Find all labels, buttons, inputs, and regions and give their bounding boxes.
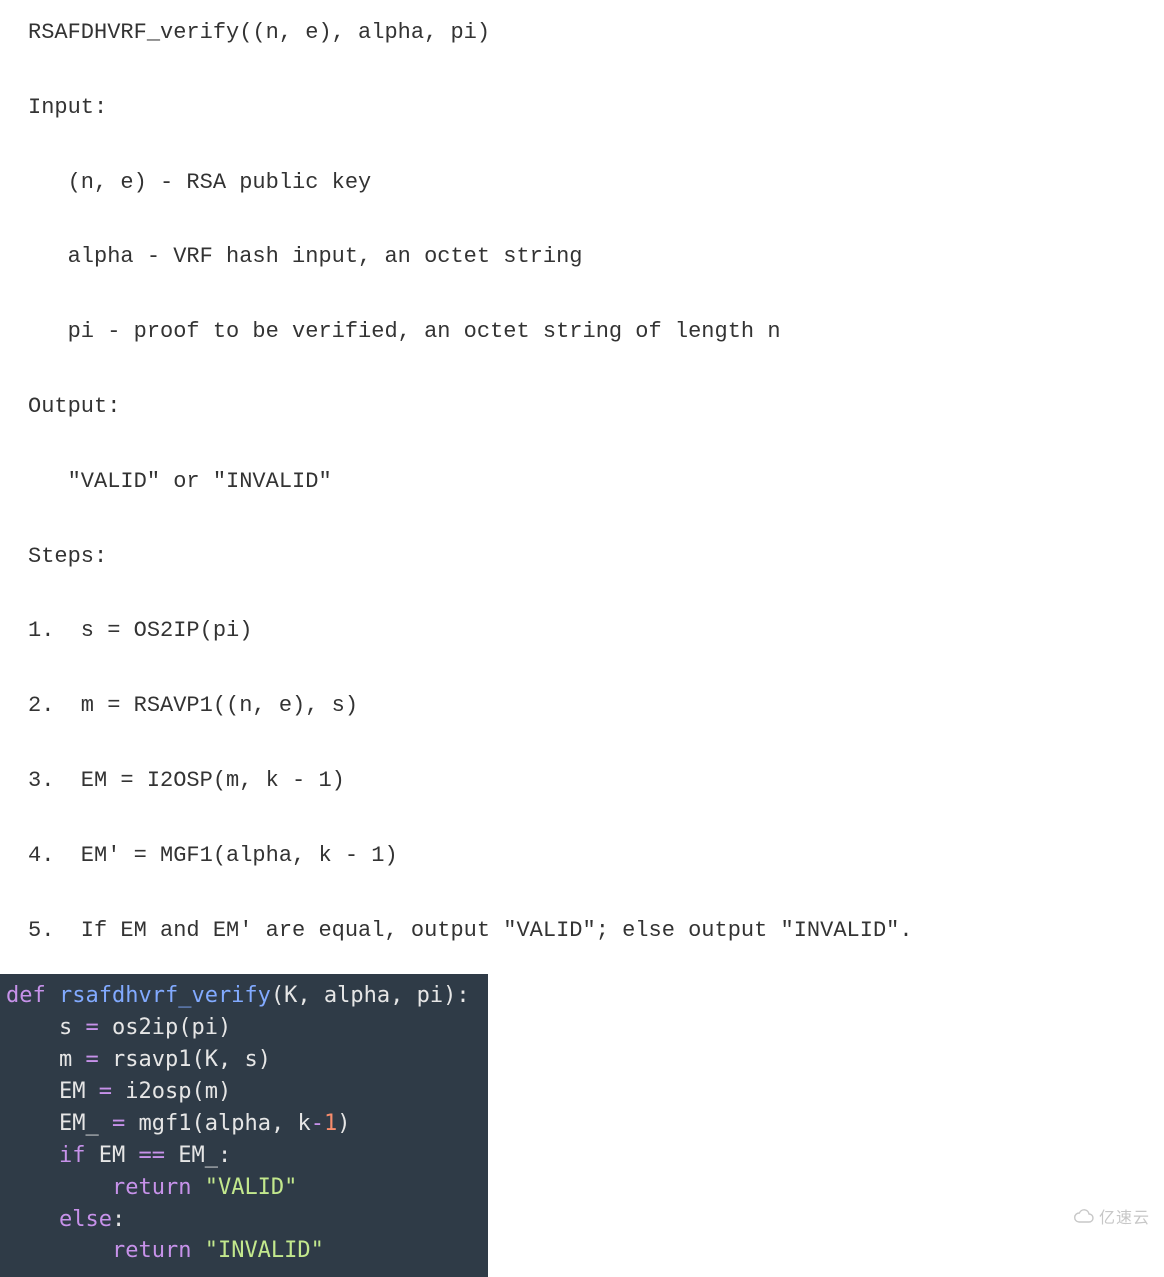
var: EM_ <box>178 1143 218 1168</box>
keyword-def: def <box>6 983 46 1008</box>
arg: m <box>205 1079 218 1104</box>
param: alpha <box>324 983 390 1008</box>
steps-label: Steps: <box>28 534 1136 581</box>
spacer <box>28 580 1136 608</box>
arg: K <box>205 1047 218 1072</box>
call: rsavp1 <box>112 1047 191 1072</box>
call: os2ip <box>112 1015 178 1040</box>
punct: ( <box>191 1079 204 1104</box>
call: i2osp <box>125 1079 191 1104</box>
spacer <box>28 281 1136 309</box>
punct: ) <box>218 1015 231 1040</box>
op-assign: = <box>99 1111 139 1136</box>
op-assign: = <box>72 1047 112 1072</box>
algorithm-spec: RSAFDHVRF_verify((n, e), alpha, pi) Inpu… <box>0 0 1164 974</box>
spacer <box>28 730 1136 758</box>
arg: k <box>297 1111 310 1136</box>
cloud-icon <box>1073 1208 1095 1224</box>
op-assign: = <box>72 1015 112 1040</box>
spacer <box>28 805 1136 833</box>
call: mgf1 <box>138 1111 191 1136</box>
punct: , <box>218 1047 245 1072</box>
spacer <box>28 431 1136 459</box>
watermark-text: 亿速云 <box>1099 1204 1150 1228</box>
output-label: Output: <box>28 384 1136 431</box>
step-item: 2. m = RSAVP1((n, e), s) <box>28 683 1136 730</box>
var: EM <box>99 1143 126 1168</box>
punct: ) <box>258 1047 271 1072</box>
spacer <box>28 655 1136 683</box>
arg: pi <box>191 1015 218 1040</box>
keyword-else: else <box>59 1207 112 1232</box>
output-value: "VALID" or "INVALID" <box>28 459 1136 506</box>
arg: alpha <box>205 1111 271 1136</box>
string: "VALID" <box>205 1175 298 1200</box>
step-item: 1. s = OS2IP(pi) <box>28 608 1136 655</box>
input-item: alpha - VRF hash input, an octet string <box>28 234 1136 281</box>
punct: , <box>271 1111 298 1136</box>
spacer <box>28 506 1136 534</box>
punct: ) <box>337 1111 350 1136</box>
function-name: rsafdhvrf_verify <box>59 983 271 1008</box>
var: s <box>59 1015 72 1040</box>
number: 1 <box>324 1111 337 1136</box>
punct: , <box>390 983 417 1008</box>
spacer <box>28 132 1136 160</box>
punct: ) <box>218 1079 231 1104</box>
keyword-return: return <box>112 1238 191 1263</box>
spacer <box>28 356 1136 384</box>
op-eqeq: == <box>125 1143 178 1168</box>
step-item: 4. EM' = MGF1(alpha, k - 1) <box>28 833 1136 880</box>
step-item: 3. EM = I2OSP(m, k - 1) <box>28 758 1136 805</box>
watermark: 亿速云 <box>1073 1204 1150 1228</box>
var: EM <box>59 1079 86 1104</box>
var: m <box>59 1047 72 1072</box>
punct: : <box>112 1207 125 1232</box>
spacer <box>28 880 1136 908</box>
punct: ( <box>191 1047 204 1072</box>
spacer <box>28 206 1136 234</box>
input-label: Input: <box>28 85 1136 132</box>
punct: ( <box>191 1111 204 1136</box>
punct: ( <box>178 1015 191 1040</box>
keyword-if: if <box>59 1143 86 1168</box>
punct: ( <box>271 983 284 1008</box>
arg: s <box>244 1047 257 1072</box>
python-code-block: def rsafdhvrf_verify(K, alpha, pi): s = … <box>0 974 488 1277</box>
param: K <box>284 983 297 1008</box>
spec-title: RSAFDHVRF_verify((n, e), alpha, pi) <box>28 10 1136 57</box>
var: EM_ <box>59 1111 99 1136</box>
spacer <box>28 57 1136 85</box>
punct: : <box>218 1143 231 1168</box>
punct: ): <box>443 983 470 1008</box>
op-assign: = <box>85 1079 125 1104</box>
punct: , <box>297 983 324 1008</box>
string: "INVALID" <box>205 1238 324 1263</box>
param: pi <box>417 983 444 1008</box>
keyword-return: return <box>112 1175 191 1200</box>
op-minus: - <box>311 1111 324 1136</box>
step-item: 5. If EM and EM' are equal, output "VALI… <box>28 908 1136 955</box>
input-item: pi - proof to be verified, an octet stri… <box>28 309 1136 356</box>
input-item: (n, e) - RSA public key <box>28 160 1136 207</box>
